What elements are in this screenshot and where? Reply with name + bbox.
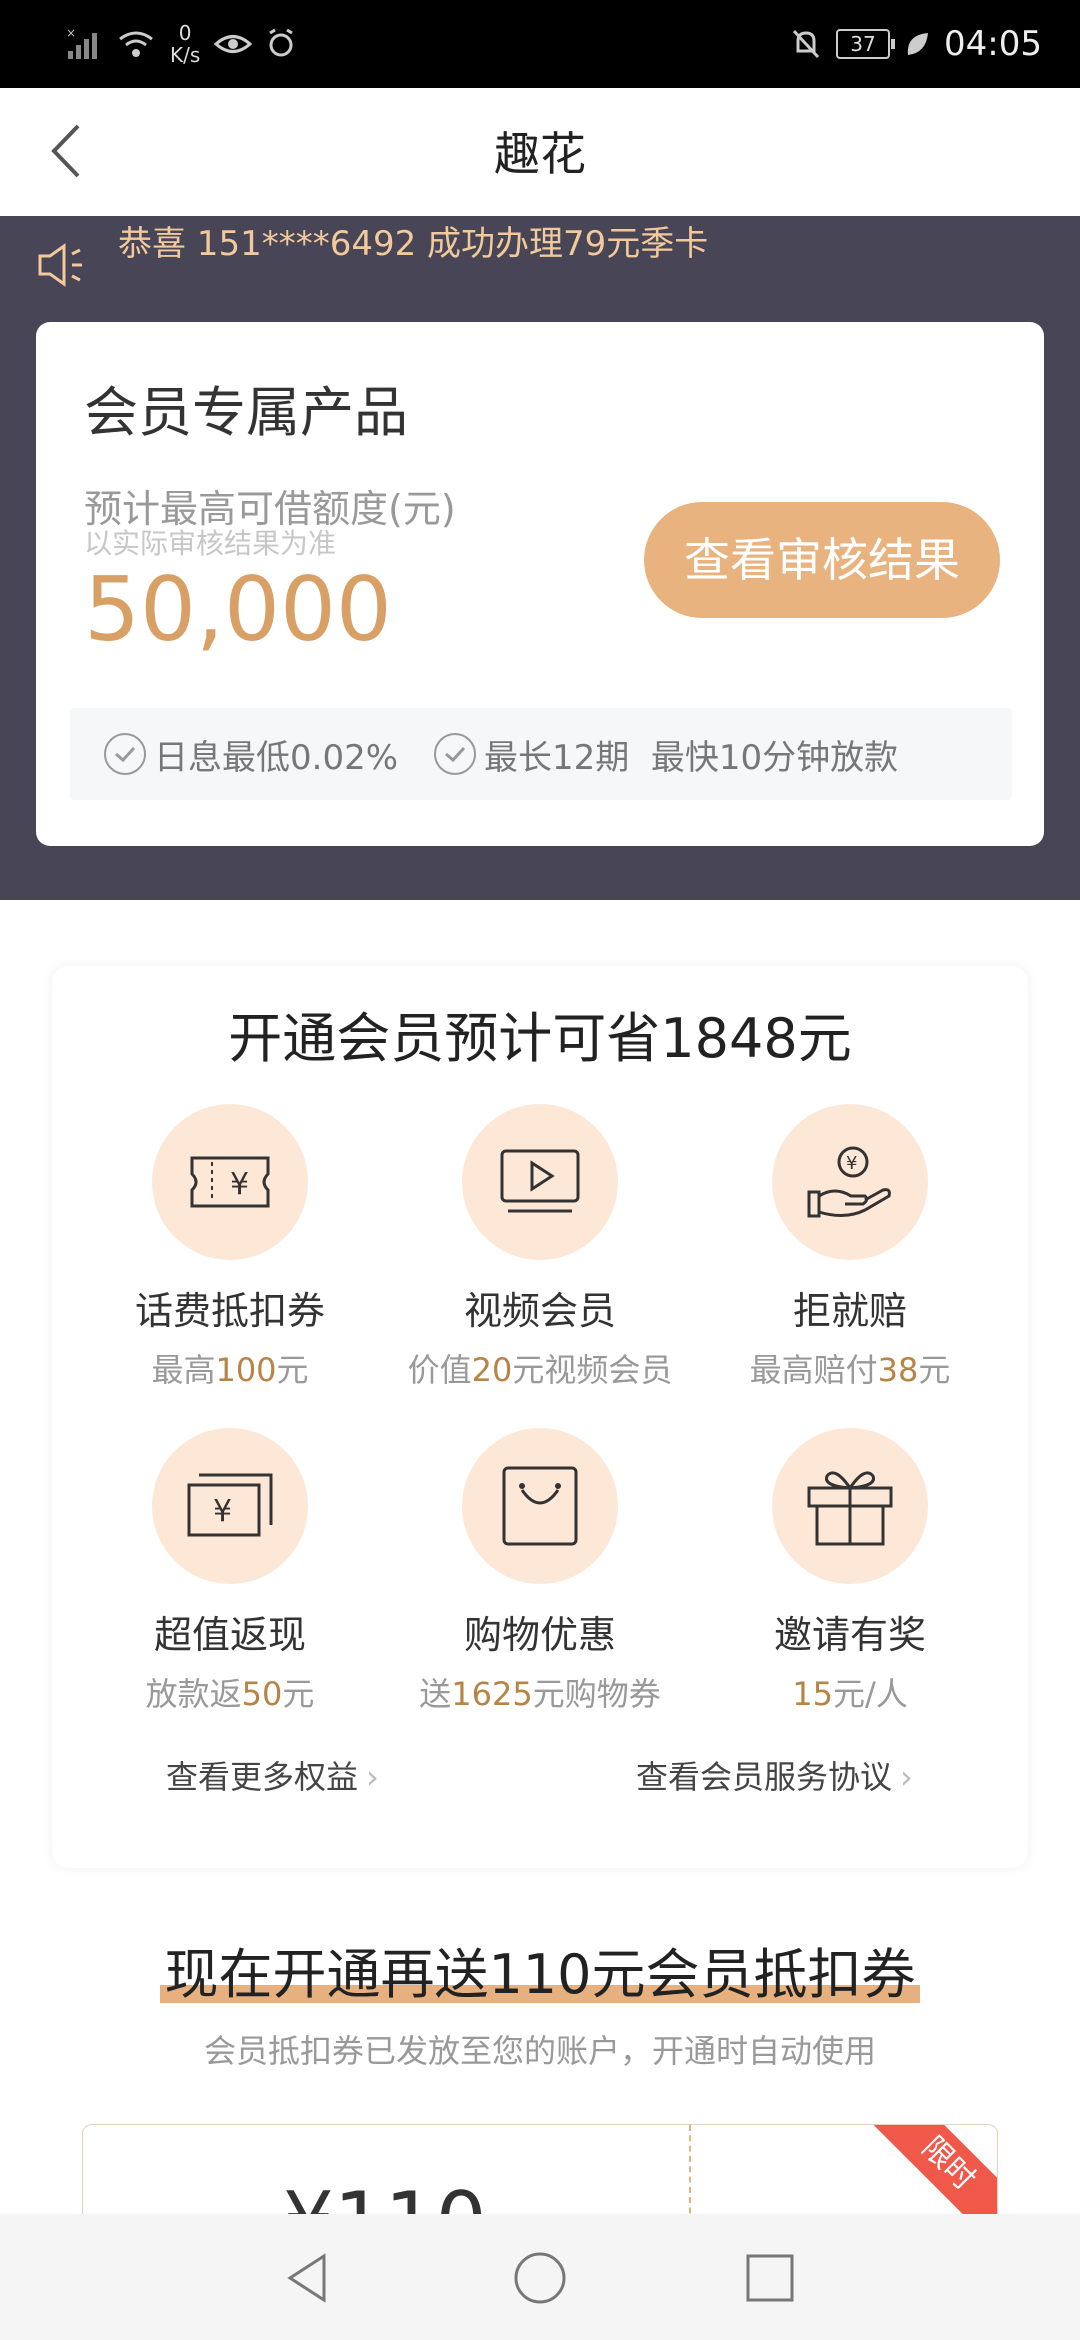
benefit-name: 视频会员 (463, 1289, 616, 1333)
leaf-icon (907, 33, 929, 55)
hand-coin-icon: ¥ (807, 1146, 891, 1218)
shopping-bag-icon (502, 1466, 578, 1546)
system-nav-bar (0, 2214, 1080, 2340)
nav-home-icon[interactable] (512, 2250, 568, 2306)
benefit-icon-circle: ¥ (152, 1104, 308, 1260)
feature-term: 最长12期 最快10分钟放款 (434, 730, 898, 779)
feature-term-label: 最长12期 最快10分钟放款 (484, 737, 899, 778)
benefit-item[interactable]: 视频会员 价值20元视频会员 (390, 1104, 690, 1391)
product-card: 会员专属产品 预计最高可借额度(元) 以实际审核结果为准 50,000 查看审核… (36, 322, 1044, 846)
ticket-icon: ¥ (190, 1156, 270, 1208)
wifi-icon (119, 31, 153, 57)
notice-marquee: 恭喜 151****6492 成功办理79元季卡 (118, 224, 709, 264)
benefit-name: 话费抵扣券 (134, 1289, 325, 1333)
status-bar: × 0 K/s 37 04:05 (0, 0, 1080, 88)
benefit-desc: 最高100元 (80, 1345, 380, 1391)
cashback-icon: ¥ (187, 1473, 273, 1537)
view-more-benefits-label: 查看更多权益 (166, 1758, 359, 1796)
battery-indicator: 37 (836, 29, 896, 59)
svg-text:¥: ¥ (230, 1167, 249, 1202)
benefit-desc-suffix: 元 (282, 1675, 315, 1713)
benefit-item[interactable]: 购物优惠 送1625元购物券 (390, 1428, 690, 1715)
benefit-icon-circle (772, 1428, 928, 1584)
benefit-item[interactable]: ¥ 超值返现 放款返50元 (80, 1428, 380, 1715)
speaker-icon (38, 243, 82, 287)
benefit-desc: 价值20元视频会员 (390, 1345, 690, 1391)
chevron-right-icon: › (366, 1758, 379, 1796)
product-card-title: 会员专属产品 (84, 381, 408, 444)
benefit-icon-circle (462, 1428, 618, 1584)
benefit-desc-suffix: 元购物券 (532, 1675, 661, 1713)
benefit-name: 超值返现 (153, 1613, 306, 1657)
benefit-icon-circle: ¥ (152, 1428, 308, 1584)
member-agreement-link[interactable]: 查看会员服务协议 › (636, 1752, 913, 1798)
benefit-icon-circle (462, 1104, 618, 1260)
svg-text:¥: ¥ (846, 1153, 857, 1174)
network-speed: 0 K/s (170, 21, 201, 67)
benefit-desc-prefix: 价值 (407, 1351, 472, 1389)
benefit-desc-suffix: 元 (918, 1351, 951, 1389)
eye-icon (214, 35, 253, 53)
check-circle-icon (434, 733, 477, 775)
promo-title: 现在开通再送110元会员抵扣券 (0, 1930, 1080, 2009)
benefit-desc-prefix: 放款返 (145, 1675, 242, 1713)
benefits-title: 开通会员预计可省1848元 (52, 994, 1028, 1073)
nav-bar: 趣花 (0, 88, 1080, 216)
gift-icon (807, 1471, 893, 1546)
status-right: 37 04:05 (790, 16, 1042, 72)
mute-bell-icon (792, 29, 820, 59)
benefit-item[interactable]: ¥ 拒就赔 最高赔付38元 (700, 1104, 1000, 1391)
status-left: × 0 K/s (66, 16, 296, 72)
credit-limit-amount: 50,000 (84, 558, 392, 661)
benefits-card: 开通会员预计可省1848元 ¥ 话费抵扣券 最高100元 视频会员 价值20元视… (52, 966, 1028, 1868)
benefit-desc-prefix: 最高赔付 (749, 1351, 878, 1389)
benefit-desc-suffix: 元视频会员 (512, 1351, 673, 1389)
benefits-links: 查看更多权益 › 查看会员服务协议 › (52, 1752, 1028, 1812)
product-features: 日息最低0.02% 最长12期 最快10分钟放款 (70, 708, 1012, 800)
benefit-desc: 最高赔付38元 (700, 1345, 1000, 1391)
nav-recents-icon[interactable] (742, 2250, 798, 2306)
view-more-benefits-link[interactable]: 查看更多权益 › (166, 1752, 379, 1798)
benefit-name: 拒就赔 (792, 1289, 907, 1333)
feature-daily-rate-label: 日息最低0.02% (154, 737, 399, 778)
signal-icon: × (66, 27, 97, 59)
alarm-icon (269, 28, 294, 57)
svg-text:¥: ¥ (213, 1494, 232, 1529)
benefit-desc-suffix: 元 (276, 1351, 309, 1389)
feature-daily-rate: 日息最低0.02% (104, 730, 398, 779)
benefit-name: 购物优惠 (463, 1613, 616, 1657)
benefit-desc-value: 20 (471, 1351, 513, 1389)
video-icon (500, 1149, 580, 1213)
check-review-result-button[interactable]: 查看审核结果 (644, 502, 1000, 618)
promo-title-text: 现在开通再送110元会员抵扣券 (160, 1930, 920, 2009)
benefit-desc-prefix: 最高 (151, 1351, 216, 1389)
check-circle-icon (104, 733, 146, 775)
clock: 04:05 (944, 24, 1042, 64)
benefit-desc-value: 1625 (451, 1675, 533, 1713)
benefit-desc: 送1625元购物券 (390, 1669, 690, 1715)
member-agreement-label: 查看会员服务协议 (636, 1758, 893, 1796)
benefits-title-text: 开通会员预计可省1848元 (224, 994, 857, 1073)
benefit-desc-value: 38 (877, 1351, 919, 1389)
benefit-desc-value: 50 (241, 1675, 283, 1713)
benefit-desc-value: 100 (215, 1351, 277, 1389)
benefit-name: 邀请有奖 (773, 1613, 926, 1657)
member-banner: 恭喜 151****6492 成功办理79元季卡 会员专属产品 预计最高可借额度… (0, 216, 1080, 900)
benefit-icon-circle: ¥ (772, 1104, 928, 1260)
chevron-right-icon: › (900, 1758, 913, 1796)
benefit-item[interactable]: ¥ 话费抵扣券 最高100元 (80, 1104, 380, 1391)
benefit-desc-suffix: 元/人 (832, 1675, 908, 1713)
benefit-desc-prefix: 送 (419, 1675, 452, 1713)
benefit-desc-value: 15 (792, 1675, 833, 1713)
nav-back-icon[interactable] (280, 2250, 336, 2306)
credit-limit-note: 以实际审核结果为准 (84, 527, 337, 560)
benefit-item[interactable]: 邀请有奖 15元/人 (700, 1428, 1000, 1715)
svg-text:×: × (66, 27, 76, 40)
benefit-desc: 放款返50元 (80, 1669, 380, 1715)
page-title: 趣花 (494, 127, 586, 181)
promo-subtitle: 会员抵扣券已发放至您的账户，开通时自动使用 (203, 2032, 876, 2070)
benefit-desc: 15元/人 (700, 1669, 1000, 1715)
